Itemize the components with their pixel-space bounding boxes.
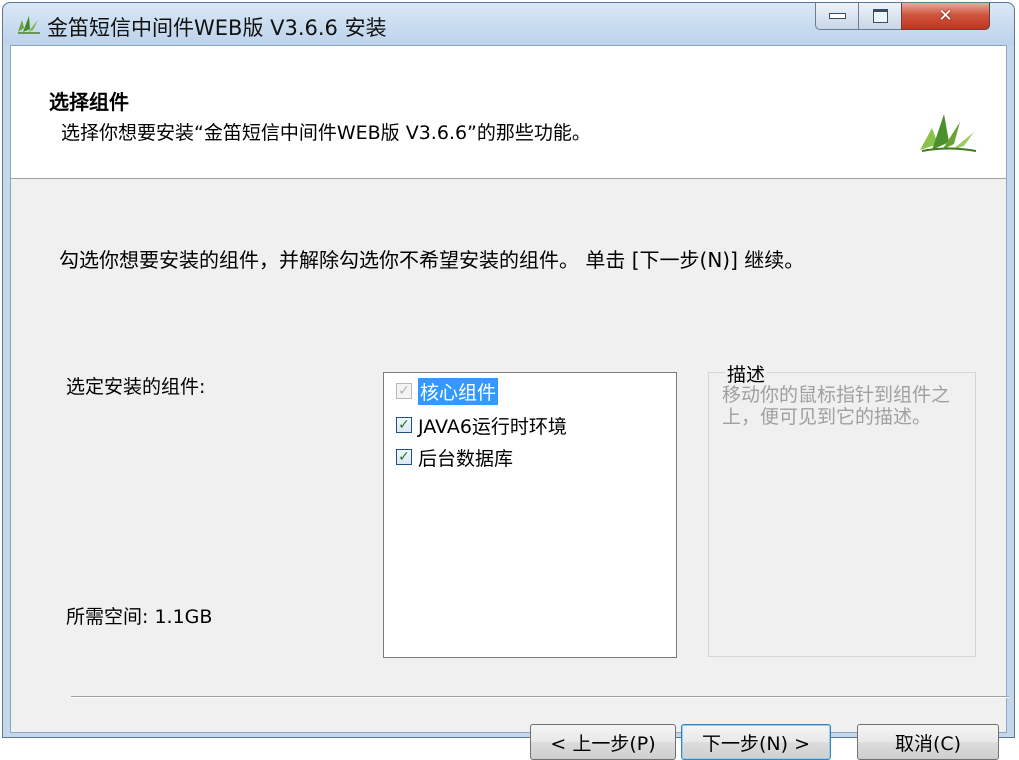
page-title: 选择组件 <box>49 90 129 114</box>
page-subtitle: 选择你想要安装“金笛短信中间件WEB版 V3.6.6”的那些功能。 <box>61 122 591 144</box>
component-java6[interactable]: ✓ JAVA6运行时环境 <box>396 412 567 438</box>
checkbox-core: ✓ <box>396 383 412 399</box>
description-title: 描述 <box>725 360 768 387</box>
leaf-icon <box>18 16 40 34</box>
leaf-logo-icon <box>920 114 977 152</box>
maximize-button[interactable] <box>858 3 902 30</box>
description-text: 移动你的鼠标指针到组件之上，便可见到它的描述。 <box>722 384 951 428</box>
dialog-client: 选择组件 选择你想要安装“金笛短信中间件WEB版 V3.6.6”的那些功能。 勾… <box>10 45 1009 760</box>
close-icon: ✕ <box>938 6 953 26</box>
space-required-label: 所需空间: 1.1GB <box>66 606 213 628</box>
component-label: 核心组件 <box>418 377 499 405</box>
title-bar[interactable]: 金笛短信中间件WEB版 V3.6.6 安装 ✕ <box>3 3 1014 45</box>
component-database[interactable]: ✓ 后台数据库 <box>396 444 513 470</box>
checkbox-java6[interactable]: ✓ <box>396 417 412 433</box>
window-title: 金笛短信中间件WEB版 V3.6.6 安装 <box>47 16 387 40</box>
component-label: 后台数据库 <box>418 447 514 470</box>
cancel-button[interactable]: 取消(C) <box>857 724 999 760</box>
back-button[interactable]: < 上一步(P) <box>530 724 676 760</box>
checkbox-database[interactable]: ✓ <box>396 449 412 465</box>
minimize-icon <box>828 13 846 19</box>
installer-window: 金笛短信中间件WEB版 V3.6.6 安装 ✕ 选择组件 选择你想要安装“金笛短… <box>2 2 1015 760</box>
next-button[interactable]: 下一步(N) > <box>681 724 831 760</box>
header-band: 选择组件 选择你想要安装“金笛短信中间件WEB版 V3.6.6”的那些功能。 <box>11 46 1006 179</box>
component-core[interactable]: ✓ 核心组件 <box>396 377 499 405</box>
components-label: 选定安装的组件: <box>66 376 206 398</box>
maximize-icon <box>872 9 888 23</box>
component-label: JAVA6运行时环境 <box>418 415 567 438</box>
close-button[interactable]: ✕ <box>901 3 990 30</box>
footer-separator <box>71 696 1009 698</box>
instructions-text: 勾选你想要安装的组件，并解除勾选你不希望安装的组件。 单击 [下一步(N)] 继… <box>59 248 805 272</box>
minimize-button[interactable] <box>815 3 859 30</box>
component-tree[interactable]: ✓ 核心组件 ✓ JAVA6运行时环境 ✓ 后台数据库 <box>383 372 677 658</box>
